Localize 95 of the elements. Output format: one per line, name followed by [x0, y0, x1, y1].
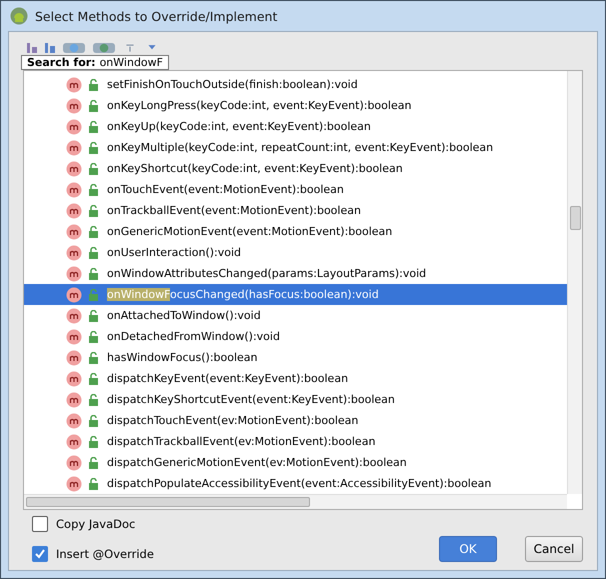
method-item[interactable]: dispatchKeyShortcutEvent(event:KeyEvent):boolean: [24, 389, 567, 410]
method-icon: [66, 308, 82, 324]
unlock-icon: [88, 288, 99, 300]
method-item[interactable]: dispatchKeyEvent(event:KeyEvent):boolean: [24, 368, 567, 389]
method-signature: onKeyMultiple(keyCode:int, repeatCount:int, event:KeyEvent):boolean: [107, 141, 494, 154]
method-item[interactable]: onTrackballEvent(event:MotionEvent):boolean: [24, 200, 567, 221]
window-title: Select Methods to Override/Implement: [35, 8, 278, 24]
method-icon: [66, 454, 82, 470]
unlock-icon: [88, 394, 99, 406]
unlock-icon: [88, 226, 99, 238]
method-item[interactable]: dispatchGenericMotionEvent(ev:MotionEvent):boolean: [24, 452, 567, 473]
method-signature: onTouchEvent(event:MotionEvent):boolean: [107, 183, 344, 196]
method-signature: onKeyLongPress(keyCode:int, event:KeyEvent):boolean: [107, 99, 412, 112]
method-icon: [66, 392, 82, 408]
method-icon: [66, 370, 82, 386]
toggle-button[interactable]: [93, 43, 115, 53]
method-item[interactable]: dispatchPopulateAccessibilityEvent(event:AccessibilityEvent):boolean: [24, 473, 567, 494]
method-signature: onDetachedFromWindow():void: [107, 330, 280, 343]
method-signature: dispatchGenericMotionEvent(ev:MotionEvent):boolean: [107, 456, 407, 469]
sort-icon[interactable]: [27, 43, 37, 53]
method-icon: [66, 140, 82, 156]
unlock-icon: [88, 162, 99, 174]
sort-alpha-icon[interactable]: [45, 43, 55, 53]
method-item[interactable]: onKeyUp(keyCode:int, event:KeyEvent):boolean: [24, 116, 567, 137]
method-signature: onWindowAttributesChanged(params:LayoutParams):void: [107, 267, 426, 280]
method-icon: [66, 350, 82, 366]
method-item[interactable]: onWindowAttributesChanged(params:LayoutParams):void: [24, 263, 567, 284]
method-signature: hasWindowFocus():boolean: [107, 351, 258, 364]
horizontal-scrollbar[interactable]: [24, 494, 567, 509]
method-icon: [66, 328, 82, 344]
search-label: Search for:: [27, 56, 96, 69]
unlock-icon: [88, 352, 99, 364]
method-signature: setFinishOnTouchOutside(finish:boolean):void: [107, 78, 358, 91]
method-icon: [66, 98, 82, 114]
method-signature: dispatchKeyEvent(event:KeyEvent):boolean: [107, 372, 348, 385]
method-icon: [66, 202, 82, 218]
unlock-icon: [88, 310, 99, 322]
method-icon: [66, 476, 82, 492]
checkbox-label[interactable]: Insert @Override: [56, 547, 154, 561]
method-item[interactable]: onDetachedFromWindow():void: [24, 326, 567, 347]
checkbox-label[interactable]: Copy JavaDoc: [56, 517, 136, 531]
method-item[interactable]: onWindowFocusChanged(hasFocus:boolean):void: [24, 284, 567, 305]
checkbox[interactable]: [32, 516, 48, 532]
method-icon: [66, 182, 82, 198]
method-item[interactable]: onKeyLongPress(keyCode:int, event:KeyEvent):boolean: [24, 95, 567, 116]
method-item[interactable]: setFinishOnTouchOutside(finish:boolean):void: [24, 74, 567, 95]
unlock-icon: [88, 456, 99, 468]
search-text: onWindowF: [100, 56, 163, 69]
method-signature: onAttachedToWindow():void: [107, 309, 261, 322]
unlock-icon: [88, 372, 99, 384]
unlock-icon: [88, 268, 99, 280]
method-icon: [66, 412, 82, 428]
unlock-icon: [88, 120, 99, 132]
method-icon: [66, 160, 82, 176]
cancel-button[interactable]: Cancel: [525, 536, 583, 562]
method-item[interactable]: onKeyMultiple(keyCode:int, repeatCount:int, event:KeyEvent):boolean: [24, 137, 567, 158]
unlock-icon: [88, 184, 99, 196]
unlock-icon: [88, 100, 99, 112]
toggle-button[interactable]: [63, 43, 85, 53]
method-item[interactable]: onKeyShortcut(keyCode:int, event:KeyEvent):boolean: [24, 158, 567, 179]
unlock-icon: [88, 414, 99, 426]
unlock-icon: [88, 478, 99, 490]
unlock-icon: [88, 330, 99, 342]
method-item[interactable]: dispatchTouchEvent(ev:MotionEvent):boolean: [24, 410, 567, 431]
method-signature: onUserInteraction():void: [107, 246, 242, 259]
unlock-icon: [88, 436, 99, 448]
method-signature: dispatchTrackballEvent(ev:MotionEvent):boolean: [107, 435, 376, 448]
method-item[interactable]: onUserInteraction():void: [24, 242, 567, 263]
method-signature: dispatchTouchEvent(ev:MotionEvent):boolean: [107, 414, 358, 427]
method-icon: [66, 244, 82, 260]
vertical-scrollbar[interactable]: [567, 71, 582, 494]
method-icon: [66, 224, 82, 240]
method-icon: [66, 286, 82, 302]
ok-button[interactable]: OK: [439, 536, 497, 562]
unlock-icon: [88, 246, 99, 258]
method-icon: [66, 118, 82, 134]
method-signature: onKeyShortcut(keyCode:int, event:KeyEvent):boolean: [107, 162, 403, 175]
checkbox[interactable]: [32, 546, 48, 562]
unlock-icon: [88, 78, 99, 90]
method-signature: onWindowFocusChanged(hasFocus:boolean):void: [107, 288, 379, 301]
method-item[interactable]: onGenericMotionEvent(event:MotionEvent):boolean: [24, 221, 567, 242]
method-signature: onGenericMotionEvent(event:MotionEvent):boolean: [107, 225, 392, 238]
method-signature: dispatchKeyShortcutEvent(event:KeyEvent):boolean: [107, 393, 395, 406]
method-item[interactable]: onTouchEvent(event:MotionEvent):boolean: [24, 179, 567, 200]
method-icon: [66, 434, 82, 450]
method-icon: [66, 76, 82, 92]
method-icon: [66, 266, 82, 282]
method-signature: onTrackballEvent(event:MotionEvent):boolean: [107, 204, 361, 217]
method-signature: dispatchPopulateAccessibilityEvent(event:AccessibilityEvent):boolean: [107, 477, 492, 490]
method-signature: onKeyUp(keyCode:int, event:KeyEvent):boolean: [107, 120, 371, 133]
method-item[interactable]: onAttachedToWindow():void: [24, 305, 567, 326]
unlock-icon: [88, 204, 99, 216]
method-item[interactable]: dispatchTrackballEvent(ev:MotionEvent):boolean: [24, 431, 567, 452]
method-item[interactable]: hasWindowFocus():boolean: [24, 347, 567, 368]
unlock-icon: [88, 142, 99, 154]
